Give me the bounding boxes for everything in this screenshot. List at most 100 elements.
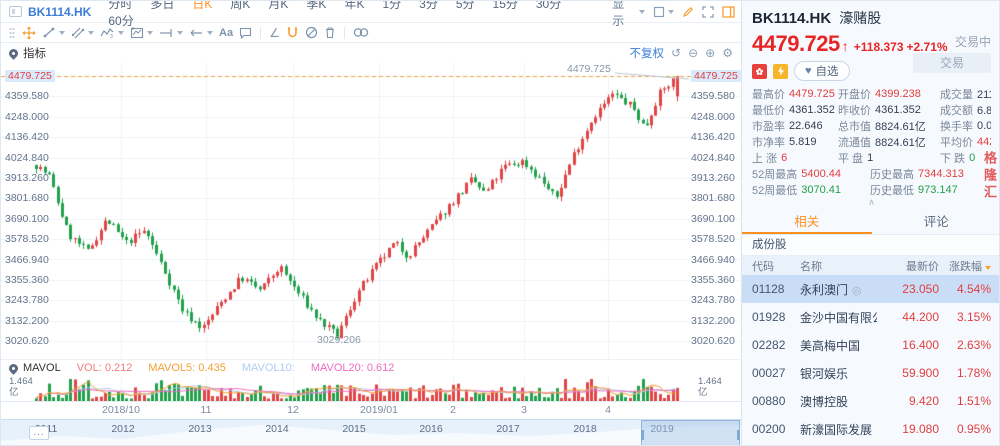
- collapse-stats-caret[interactable]: ∧: [752, 198, 991, 208]
- stat-label: 总市值: [838, 118, 871, 134]
- wave-tool-icon[interactable]: 3: [97, 24, 127, 42]
- stock-row-02282[interactable]: 02282美高梅中国16.4002.63%: [742, 331, 1000, 359]
- col-name[interactable]: 名称: [800, 258, 877, 274]
- stat-label: 52周最低: [752, 182, 797, 198]
- layout-select-dropdown[interactable]: [653, 6, 674, 18]
- period-tab-3分[interactable]: 3分: [410, 0, 447, 11]
- timeline-more-button[interactable]: ...: [29, 426, 49, 440]
- text-tool-icon[interactable]: Aa: [216, 24, 236, 42]
- horizontal-ray-tool-icon[interactable]: [156, 24, 186, 42]
- pattern-tool-icon[interactable]: [127, 24, 156, 42]
- selection-handle-right[interactable]: [737, 430, 740, 440]
- magnet-tool-icon[interactable]: [283, 24, 302, 42]
- toolbar-grip-handle[interactable]: [9, 27, 15, 39]
- stat-label: 平 盘: [838, 150, 863, 166]
- panel-tab-评论[interactable]: 评论: [872, 210, 1000, 234]
- period-tab-周K[interactable]: 周K: [221, 0, 259, 11]
- price-change: +118.373: [854, 40, 904, 54]
- stock-price: 9.420: [877, 394, 939, 408]
- stats-grid: 最高价4479.725开盘价4399.238成交量2119.9万最低价4361.…: [752, 86, 991, 150]
- trade-button[interactable]: 交易: [913, 53, 991, 73]
- period-tab-日K[interactable]: 日K: [183, 0, 221, 11]
- note-tool-icon[interactable]: [236, 24, 255, 42]
- candlestick-chart[interactable]: 4479.7254359.5804248.0004136.4204024.840…: [1, 63, 741, 359]
- display-dropdown[interactable]: 显示: [612, 0, 645, 29]
- channel-tool-icon[interactable]: [68, 24, 97, 42]
- timeline-year-2013[interactable]: 2013: [188, 423, 211, 435]
- timeline-year-2012[interactable]: 2012: [111, 423, 134, 435]
- volume-canvas[interactable]: [1, 376, 741, 401]
- symbol-label[interactable]: BK1114.HK: [28, 5, 91, 19]
- stat-cell: 昨收价4361.352: [838, 102, 940, 118]
- stat-value: 6: [781, 152, 787, 164]
- stock-name: 新濠国际发展: [800, 421, 877, 438]
- heart-icon: ♥: [805, 65, 812, 77]
- period-tab-15分[interactable]: 15分: [484, 0, 527, 11]
- stat-cell: 成交额6.85亿: [940, 102, 991, 118]
- stat-value: 4399.238: [875, 88, 921, 100]
- chart-settings-icon[interactable]: ⚙: [722, 47, 733, 59]
- stat-value: 5400.44: [801, 168, 841, 180]
- side-panel-toggle-icon[interactable]: [722, 6, 735, 18]
- volume-pane[interactable]: 1.464亿 1.464亿: [1, 376, 741, 401]
- col-pct[interactable]: 涨跌幅: [939, 258, 991, 274]
- svg-text:3: 3: [110, 34, 113, 39]
- stat-cell: 流通值8824.61亿: [838, 134, 940, 150]
- timeline-year-2017[interactable]: 2017: [496, 423, 519, 435]
- period-tab-30分[interactable]: 30分: [527, 0, 570, 11]
- stock-row-01128[interactable]: 01128永利澳门◎23.0504.54%: [742, 275, 1000, 303]
- angle-tool-icon[interactable]: ∠: [266, 24, 283, 42]
- zoom-in-icon[interactable]: ⊕: [705, 47, 715, 59]
- range-cell: 52周最低3070.41: [752, 182, 870, 198]
- stock-change-pct: 3.15%: [939, 310, 991, 324]
- mavol-pin-icon[interactable]: [7, 362, 20, 375]
- stock-row-00200[interactable]: 00200新濠国际发展19.0800.95%: [742, 415, 1000, 443]
- col-code[interactable]: 代码: [752, 258, 800, 274]
- selection-handle-left[interactable]: [641, 430, 644, 440]
- fullscreen-expand-icon[interactable]: [702, 6, 714, 18]
- period-tab-月K[interactable]: 月K: [259, 0, 297, 11]
- period-tab-1分[interactable]: 1分: [373, 0, 410, 11]
- zoom-out-icon[interactable]: ⊖: [688, 47, 698, 59]
- stock-row-01928[interactable]: 01928金沙中国有限公司44.2003.15%: [742, 303, 1000, 331]
- timeline-year-2014[interactable]: 2014: [265, 423, 288, 435]
- stat-label: 52周最高: [752, 166, 797, 182]
- trendline-tool-icon[interactable]: [39, 24, 68, 42]
- timeline-selection[interactable]: [641, 420, 740, 446]
- period-tab-年K[interactable]: 年K: [335, 0, 373, 11]
- stock-row-00027[interactable]: 00027银河娱乐59.9001.78%: [742, 359, 1000, 387]
- link-charts-icon[interactable]: [350, 24, 372, 42]
- trading-app-window: BK1114.HK 分时多日日K周K月K季K年K1分3分5分15分30分60分 …: [0, 0, 1000, 446]
- stock-price: 16.400: [877, 338, 939, 352]
- candlestick-canvas[interactable]: [1, 63, 741, 359]
- table-header: 代码 名称 最新价 涨跌幅: [742, 256, 1000, 275]
- arrow-tool-icon[interactable]: [186, 24, 216, 42]
- stock-row-00880[interactable]: 00880澳博控股9.4201.51%: [742, 387, 1000, 415]
- col-price[interactable]: 最新价: [877, 258, 939, 274]
- indicator-label[interactable]: 指标: [23, 45, 46, 61]
- period-tab-季K[interactable]: 季K: [297, 0, 335, 11]
- reset-chart-icon[interactable]: ↺: [671, 47, 681, 59]
- window-layout-icon[interactable]: [9, 6, 22, 17]
- timeline-year-2016[interactable]: 2016: [419, 423, 442, 435]
- period-tab-多日[interactable]: 多日: [141, 0, 183, 11]
- period-tab-5分[interactable]: 5分: [447, 0, 484, 11]
- mavol5-value: MAVOL5: 0.435: [148, 362, 225, 374]
- delete-drawings-icon[interactable]: [321, 24, 339, 42]
- timeline-slider[interactable]: 201120122013201420152016201720182019 ...: [1, 419, 741, 446]
- stat-value: 1: [867, 152, 873, 164]
- edit-pencil-icon[interactable]: [682, 6, 694, 18]
- add-watchlist-button[interactable]: ♥自选: [794, 61, 850, 81]
- stat-label: 市盈率: [752, 118, 785, 134]
- move-tool-icon[interactable]: [19, 24, 39, 42]
- panel-tab-相关[interactable]: 相关: [742, 210, 872, 234]
- stat-value: 8824.61亿: [875, 134, 926, 150]
- adjust-mode-link[interactable]: 不复权: [630, 45, 665, 61]
- ranges-grid: 52周最高5400.44历史最高7344.31352周最低3070.41历史最低…: [752, 166, 991, 198]
- hide-drawings-icon[interactable]: [302, 24, 321, 42]
- period-tab-分时[interactable]: 分时: [99, 0, 141, 11]
- timeline-year-2018[interactable]: 2018: [573, 423, 596, 435]
- indicator-pin-icon[interactable]: [7, 47, 20, 60]
- timeline-year-2015[interactable]: 2015: [342, 423, 365, 435]
- mavol-title[interactable]: MAVOL: [23, 362, 61, 374]
